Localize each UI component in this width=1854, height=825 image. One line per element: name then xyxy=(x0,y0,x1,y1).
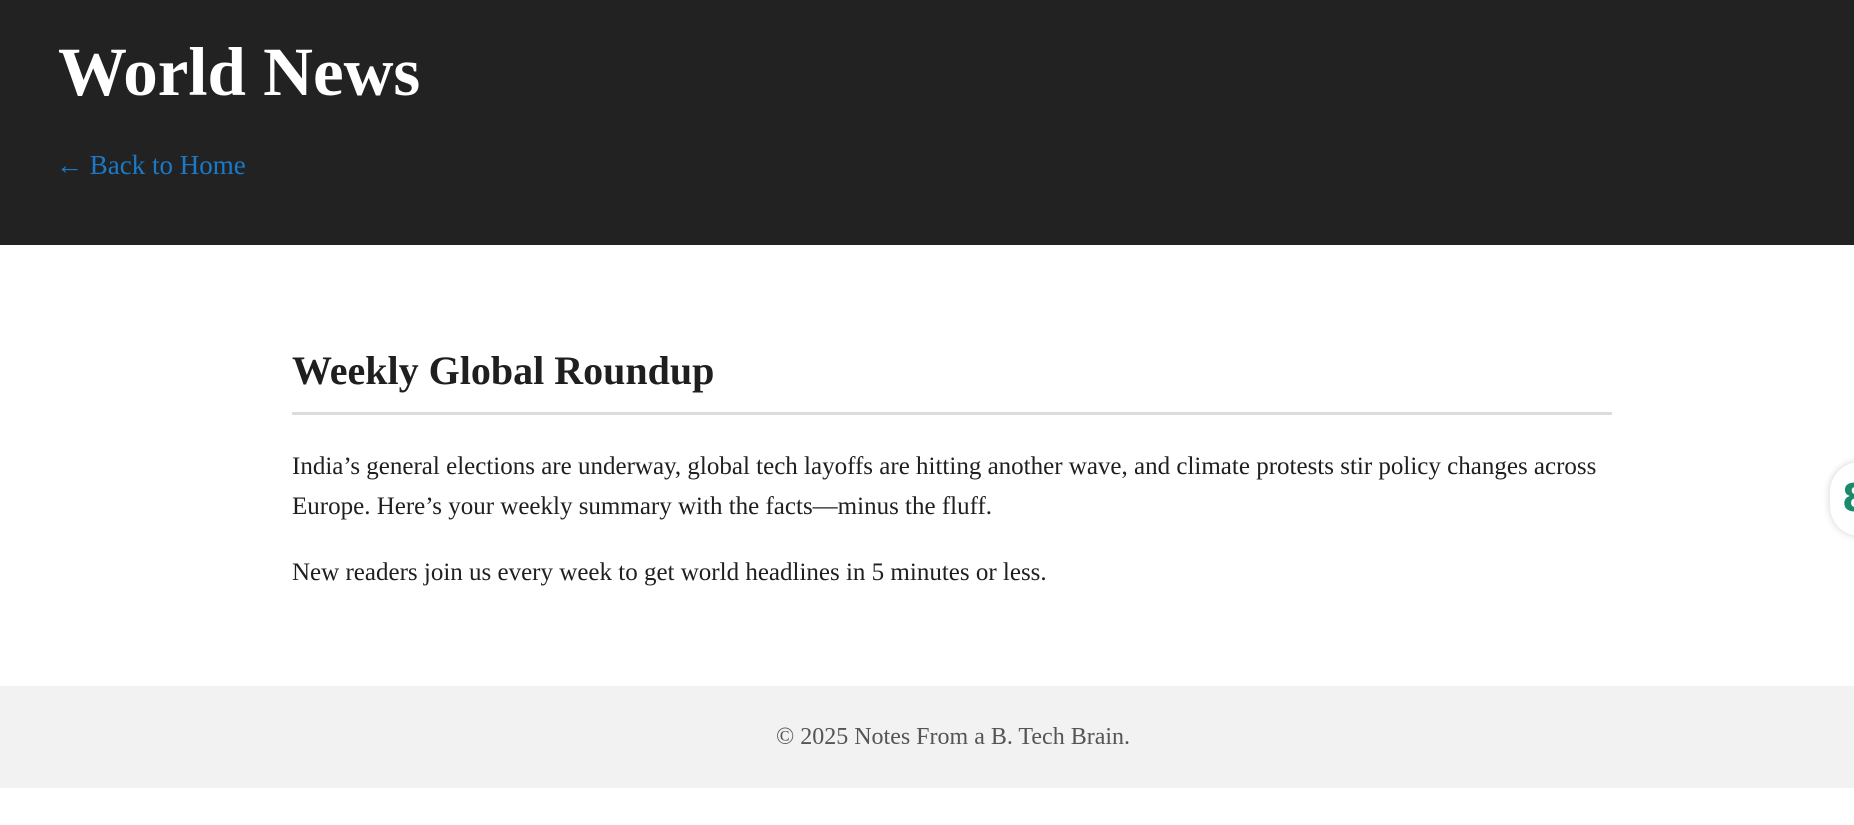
site-footer: © 2025 Notes From a B. Tech Brain. xyxy=(0,686,1854,788)
article: Weekly Global Roundup India’s general el… xyxy=(292,345,1612,586)
floating-widget-button[interactable]: 8 xyxy=(1830,462,1854,536)
article-paragraph-intro: India’s general elections are underway, … xyxy=(292,453,1597,520)
floating-action-icon: 8 xyxy=(1842,476,1854,520)
article-paragraph-readers: New readers join us every week to get wo… xyxy=(292,559,1047,586)
title-divider xyxy=(292,412,1612,415)
back-to-home-link[interactable]: ← Back to Home xyxy=(56,148,246,182)
copyright-text: © 2025 Notes From a B. Tech Brain. xyxy=(775,724,1131,750)
site-header: World News ← Back to Home xyxy=(0,0,1854,245)
site-title: World News xyxy=(58,34,421,110)
article-title: Weekly Global Roundup xyxy=(292,348,715,393)
